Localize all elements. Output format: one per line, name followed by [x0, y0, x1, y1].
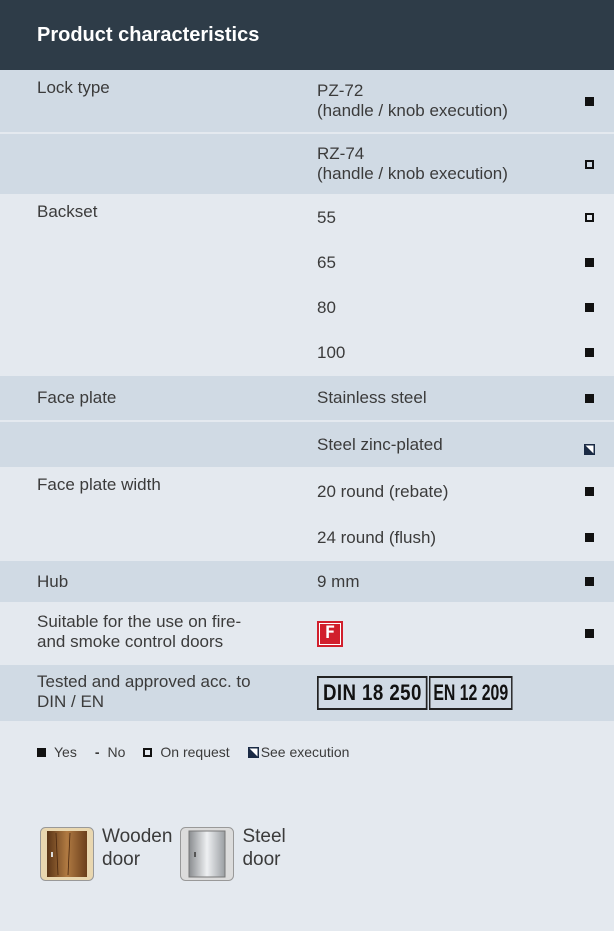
on-request-icon — [585, 159, 594, 169]
table-row: 100 — [0, 331, 614, 374]
wooden-door-icon — [40, 827, 94, 881]
steel-door-icon — [180, 827, 235, 881]
yes-icon — [585, 96, 594, 106]
table-row: RZ-74 (handle / knob execution) — [0, 134, 614, 194]
wooden-door-label: Wooden door — [102, 826, 173, 870]
door-types: Wooden door Steel door — [40, 826, 286, 881]
table-row: Hub 9 mm — [0, 561, 614, 602]
value-20-round: 20 round (rebate) — [317, 481, 449, 501]
row-label-tested: Tested and approved acc. to DIN / EN — [37, 672, 251, 711]
yes-icon — [585, 348, 594, 357]
row-label-backset: Backset — [37, 202, 98, 221]
din-badge: DIN 18 250 — [317, 676, 428, 710]
value-pz72: PZ-72 (handle / knob execution) — [317, 81, 508, 120]
value-backset-80: 80 — [317, 297, 336, 317]
value-24-round: 24 round (flush) — [317, 527, 437, 547]
yes-icon — [585, 533, 594, 542]
fire-door-icon: F — [317, 620, 343, 647]
see-execution-icon — [247, 746, 259, 758]
table-row: Lock type PZ-72 (handle / knob execution… — [0, 70, 614, 132]
yes-icon — [585, 258, 594, 267]
yes-icon — [585, 577, 594, 586]
table-row: Suitable for the use on fire- and smoke … — [0, 604, 614, 663]
table-row: 80 — [0, 286, 614, 329]
value-9mm: 9 mm — [317, 571, 360, 591]
yes-icon — [585, 629, 594, 638]
on-request-icon — [143, 747, 153, 757]
row-label-face-plate-width: Face plate width — [37, 475, 161, 494]
row-label-fire-smoke: Suitable for the use on fire- and smoke … — [37, 612, 242, 651]
row-label-lock-type: Lock type — [37, 78, 110, 97]
value-steel-zinc-plated: Steel zinc-plated — [317, 434, 443, 454]
table-row: Face plate width 20 round (rebate) — [0, 469, 614, 514]
page-title: Product characteristics — [37, 24, 260, 46]
table-row: Steel zinc-plated — [0, 422, 614, 467]
en-badge: EN 12 209 — [429, 676, 513, 710]
value-backset-100: 100 — [317, 342, 346, 362]
table-row: 24 round (flush) — [0, 516, 614, 559]
yes-icon — [585, 487, 594, 496]
yes-icon — [585, 393, 594, 403]
value-backset-65: 65 — [317, 252, 336, 272]
no-icon: - — [94, 744, 100, 760]
value-stainless-steel: Stainless steel — [317, 388, 427, 407]
table-row: Backset 55 — [0, 196, 614, 239]
table-row: Face plate Stainless steel — [0, 376, 614, 420]
row-label-face-plate: Face plate — [37, 388, 117, 407]
steel-door-label: Steel door — [242, 826, 286, 870]
table-header: Product characteristics — [0, 0, 614, 70]
table-row: Tested and approved acc. to DIN / EN DIN… — [0, 665, 614, 721]
see-execution-icon — [584, 444, 595, 455]
table-row: 65 — [0, 241, 614, 284]
on-request-icon — [585, 213, 594, 222]
yes-icon — [37, 747, 46, 757]
row-label-hub: Hub — [37, 571, 69, 591]
yes-icon — [585, 303, 594, 312]
value-rz74: RZ-74 (handle / knob execution) — [317, 144, 508, 183]
legend: Yes - No On request See execution — [37, 744, 367, 760]
value-backset-55: 55 — [317, 207, 336, 227]
